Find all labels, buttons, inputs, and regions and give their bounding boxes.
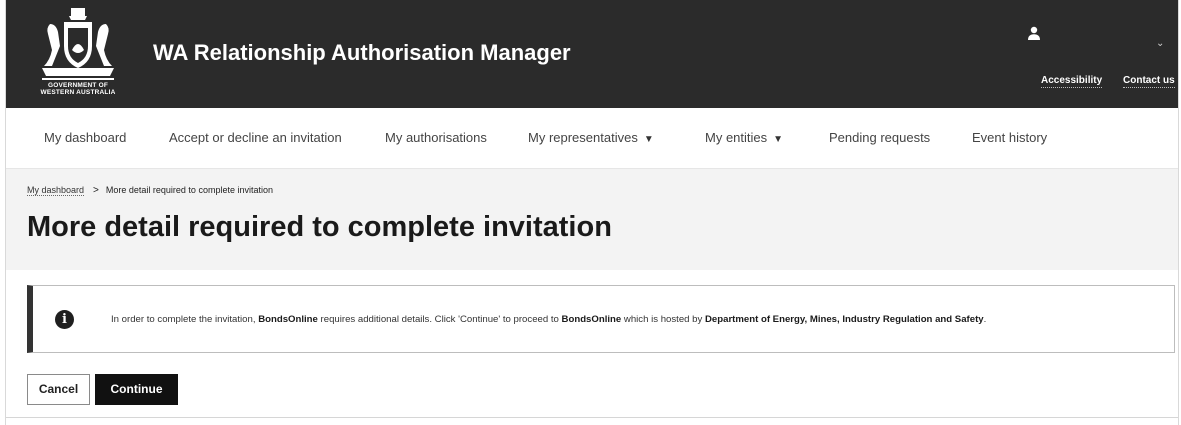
breadcrumb-dashboard-link[interactable]: My dashboard	[27, 185, 85, 196]
nav-label: My representatives	[528, 130, 638, 145]
cancel-button[interactable]: Cancel	[27, 374, 90, 405]
nav-label: My entities	[705, 130, 768, 145]
page-title: More detail required to complete invitat…	[27, 211, 612, 243]
continue-button[interactable]: Continue	[95, 374, 178, 405]
nav-my-authorisations[interactable]: My authorisations	[385, 130, 487, 145]
callout-bold-bondsonline: BondsOnline	[258, 314, 318, 325]
app-frame: GOVERNMENT OF WESTERN AUSTRALIA WA Relat…	[5, 0, 1179, 425]
page-header-band: My dashboard > More detail required to com…	[6, 169, 1178, 270]
callout-bold-department: Department of Energy, Mines, Industry Re…	[704, 314, 984, 325]
contact-us-link[interactable]: Contact us	[1123, 75, 1175, 88]
user-icon[interactable]	[1027, 26, 1041, 45]
nav-label: Accept or decline an invitation	[169, 130, 342, 145]
callout-bold-bondsonline: BondsOnline	[561, 314, 622, 325]
nav-my-representatives[interactable]: My representatives ▼	[528, 130, 654, 145]
callout-text-part: requires additional details. Click 'Cont…	[317, 314, 562, 325]
logo-text-line2: WESTERN AUSTRALIA	[40, 89, 116, 96]
nav-label: My authorisations	[385, 130, 487, 145]
callout-text-part: which is hosted by	[621, 314, 705, 325]
nav-event-history[interactable]: Event history	[972, 130, 1047, 145]
breadcrumb-separator: >	[93, 185, 99, 196]
breadcrumb-current: More detail required to complete invitat…	[105, 185, 273, 195]
nav-pending-requests[interactable]: Pending requests	[829, 130, 930, 145]
chevron-down-icon: ▼	[643, 134, 654, 145]
app-title[interactable]: WA Relationship Authorisation Manager	[153, 40, 571, 66]
nav-my-entities[interactable]: My entities ▼	[705, 130, 783, 145]
info-icon: i	[55, 310, 74, 329]
accessibility-link[interactable]: Accessibility	[1041, 75, 1103, 88]
breadcrumb: My dashboard > More detail required to com…	[27, 185, 273, 196]
nav-my-dashboard[interactable]: My dashboard	[44, 130, 126, 145]
main-nav: My dashboard Accept or decline an invita…	[6, 108, 1178, 169]
site-header: GOVERNMENT OF WESTERN AUSTRALIA WA Relat…	[6, 0, 1178, 108]
crest-icon	[42, 8, 114, 80]
callout-text-part: .	[983, 314, 987, 325]
nav-label: Event history	[972, 130, 1048, 145]
callout-message: In order to complete the invitation, Bon…	[111, 314, 986, 325]
government-logo[interactable]: GOVERNMENT OF WESTERN AUSTRALIA	[30, 6, 126, 102]
chevron-down-icon: ▼	[773, 134, 784, 145]
logo-text-line1: GOVERNMENT OF	[47, 82, 109, 89]
nav-label: Pending requests	[829, 130, 931, 145]
nav-label: My dashboard	[44, 130, 127, 145]
divider	[6, 417, 1178, 418]
callout-text-part: In order to complete the invitation,	[111, 314, 259, 325]
chevron-down-icon[interactable]: ⌄	[1156, 38, 1164, 49]
info-callout: i In order to complete the invitation, B…	[27, 285, 1175, 353]
nav-accept-decline-invitation[interactable]: Accept or decline an invitation	[169, 130, 342, 145]
